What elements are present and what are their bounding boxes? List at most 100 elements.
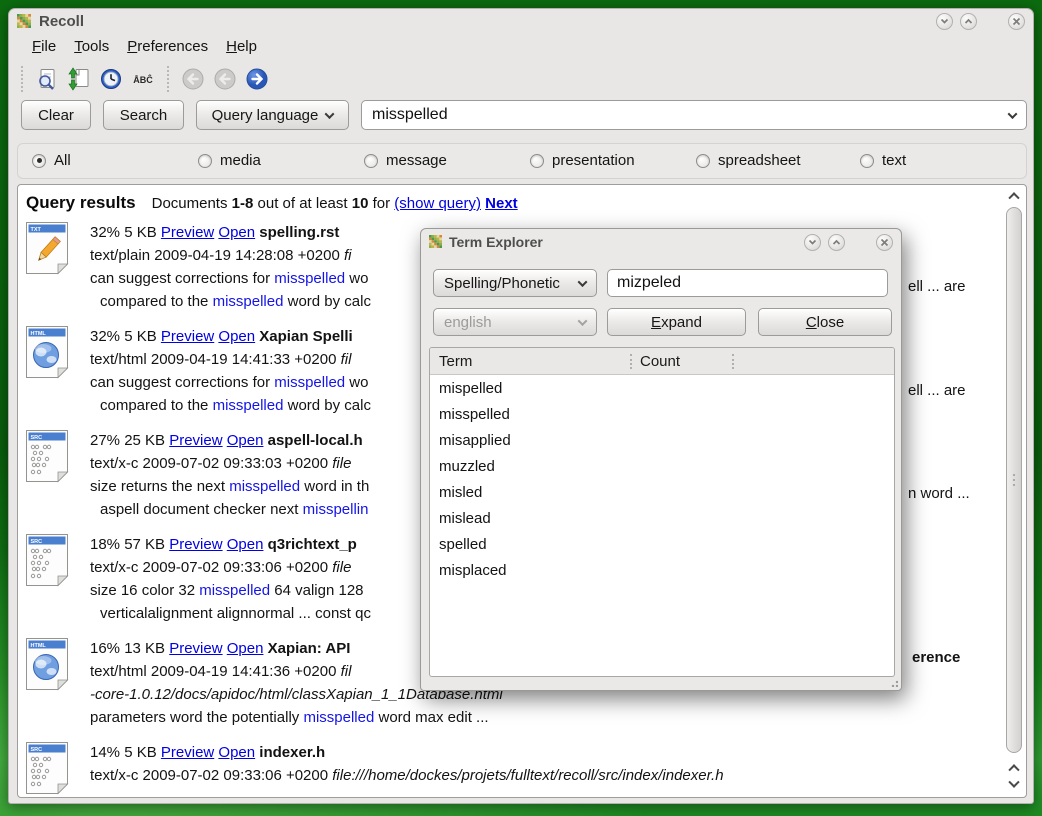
svg-text:HTML: HTML — [31, 331, 47, 337]
preview-link[interactable]: Preview — [169, 640, 222, 657]
term-row[interactable]: misspelled — [430, 401, 894, 427]
radio-icon[interactable] — [696, 154, 710, 168]
scrollbar-thumb[interactable] — [1006, 207, 1022, 753]
term-row[interactable]: mispelled — [430, 375, 894, 401]
result-text-segment: compared to the — [100, 397, 213, 414]
result-text-segment: text/x-c 2009-07-02 09:33:03 +0200 — [90, 455, 332, 472]
toolbar-drag-handle[interactable] — [167, 66, 173, 92]
term-row[interactable]: misapplied — [430, 427, 894, 453]
term-table-header[interactable]: Term Count — [430, 348, 894, 375]
result-text: 14% 5 KB Preview Open indexer.htext/x-c … — [90, 741, 724, 797]
radio-icon[interactable] — [32, 154, 46, 168]
close-window-icon[interactable] — [876, 234, 893, 251]
open-link[interactable]: Open — [227, 640, 264, 657]
result-text-segment: parameters word the potentially — [90, 709, 303, 726]
menu-help[interactable]: Help — [217, 36, 266, 57]
term-row[interactable]: misplaced — [430, 557, 894, 583]
maximize-window-icon[interactable] — [960, 13, 977, 30]
column-term[interactable]: Term — [430, 353, 472, 370]
category-radio-media[interactable]: media — [198, 152, 261, 169]
chevron-down-icon — [578, 277, 588, 287]
radio-icon[interactable] — [530, 154, 544, 168]
term-explorer-abc-button[interactable]: ÅBĈ — [129, 65, 157, 93]
preview-link[interactable]: Preview — [169, 432, 222, 449]
maximize-window-icon[interactable] — [828, 234, 845, 251]
category-radio-all[interactable]: All — [32, 152, 71, 169]
src-file-icon: SRC — [24, 533, 74, 589]
window-title: Recoll — [39, 13, 84, 30]
show-query-link[interactable]: (show query) — [394, 195, 481, 212]
nav-first-button[interactable] — [179, 65, 207, 93]
result-text-segment: size 16 color 32 — [90, 582, 199, 599]
scroll-up-icon[interactable] — [1005, 759, 1023, 775]
radio-icon[interactable] — [198, 154, 212, 168]
result-text-segment: can suggest corrections for — [90, 374, 274, 391]
term-row[interactable]: mislead — [430, 505, 894, 531]
result-text-segment: fil — [341, 351, 352, 368]
result-text-segment: 64 valign 128 — [270, 582, 363, 599]
nav-back-button[interactable] — [211, 65, 239, 93]
search-query-combobox[interactable]: misspelled — [361, 100, 1027, 130]
scroll-down-icon[interactable] — [1005, 777, 1023, 793]
update-index-button[interactable] — [65, 65, 93, 93]
result-text-segment: aspell-local.h — [268, 432, 363, 449]
menu-tools[interactable]: Tools — [65, 36, 118, 57]
category-radio-text[interactable]: text — [860, 152, 906, 169]
result-text-fragment: ell ... are — [908, 382, 966, 399]
open-link[interactable]: Open — [227, 432, 264, 449]
close-window-icon[interactable] — [1008, 13, 1025, 30]
dialog-title-bar[interactable]: Term Explorer — [421, 229, 901, 255]
radio-icon[interactable] — [364, 154, 378, 168]
term-row[interactable]: muzzled — [430, 453, 894, 479]
preview-document-button[interactable] — [33, 65, 61, 93]
result-row: SRC14% 5 KB Preview Open indexer.htext/x… — [24, 741, 1026, 797]
expansion-mode-select[interactable]: Spelling/Phonetic — [433, 269, 597, 297]
clear-button[interactable]: Clear — [21, 100, 91, 130]
shade-window-icon[interactable] — [936, 13, 953, 30]
scroll-up-icon[interactable] — [1005, 187, 1023, 203]
radio-icon[interactable] — [860, 154, 874, 168]
next-page-link[interactable]: Next — [485, 195, 518, 212]
query-language-select[interactable]: Query language — [196, 100, 349, 130]
results-title: Query results — [26, 193, 136, 212]
term-row[interactable]: misled — [430, 479, 894, 505]
history-clock-button[interactable] — [97, 65, 125, 93]
column-separator[interactable] — [630, 354, 632, 369]
result-text-segment: 32% 5 KB — [90, 328, 161, 345]
result-text-segment: word by calc — [283, 397, 371, 414]
menu-file[interactable]: File — [23, 36, 65, 57]
category-radio-presentation[interactable]: presentation — [530, 152, 635, 169]
open-link[interactable]: Open — [218, 328, 255, 345]
shade-window-icon[interactable] — [804, 234, 821, 251]
results-scrollbar[interactable] — [1004, 187, 1024, 795]
menu-preferences[interactable]: Preferences — [118, 36, 217, 57]
category-radio-message[interactable]: message — [364, 152, 447, 169]
column-separator[interactable] — [732, 354, 734, 369]
result-text-segment: fil — [341, 663, 352, 680]
expand-button[interactable]: Expand — [607, 308, 746, 336]
term-row[interactable]: spelled — [430, 531, 894, 557]
search-button[interactable]: Search — [103, 100, 184, 130]
open-link[interactable]: Open — [218, 224, 255, 241]
language-value: english — [444, 314, 492, 331]
hit-term: misspelled — [303, 709, 374, 726]
resize-grip[interactable] — [890, 679, 898, 687]
preview-link[interactable]: Preview — [169, 536, 222, 553]
category-label: spreadsheet — [718, 152, 801, 169]
results-header: Query resultsDocuments 1-8 out of at lea… — [18, 185, 1026, 213]
title-bar[interactable]: Recoll — [9, 9, 1033, 33]
preview-link[interactable]: Preview — [161, 328, 214, 345]
preview-link[interactable]: Preview — [161, 744, 214, 761]
recoll-checker-icon — [429, 233, 442, 251]
result-text-segment: text/x-c 2009-07-02 09:33:06 +0200 — [90, 559, 332, 576]
preview-link[interactable]: Preview — [161, 224, 214, 241]
category-radio-spreadsheet[interactable]: spreadsheet — [696, 152, 801, 169]
open-link[interactable]: Open — [227, 536, 264, 553]
nav-forward-button[interactable] — [243, 65, 271, 93]
toolbar-drag-handle[interactable] — [21, 66, 27, 92]
result-text-segment: 27% 25 KB — [90, 432, 169, 449]
term-input[interactable]: mizpeled — [607, 269, 888, 297]
open-link[interactable]: Open — [218, 744, 255, 761]
column-count[interactable]: Count — [640, 353, 680, 370]
close-button[interactable]: Close — [758, 308, 892, 336]
